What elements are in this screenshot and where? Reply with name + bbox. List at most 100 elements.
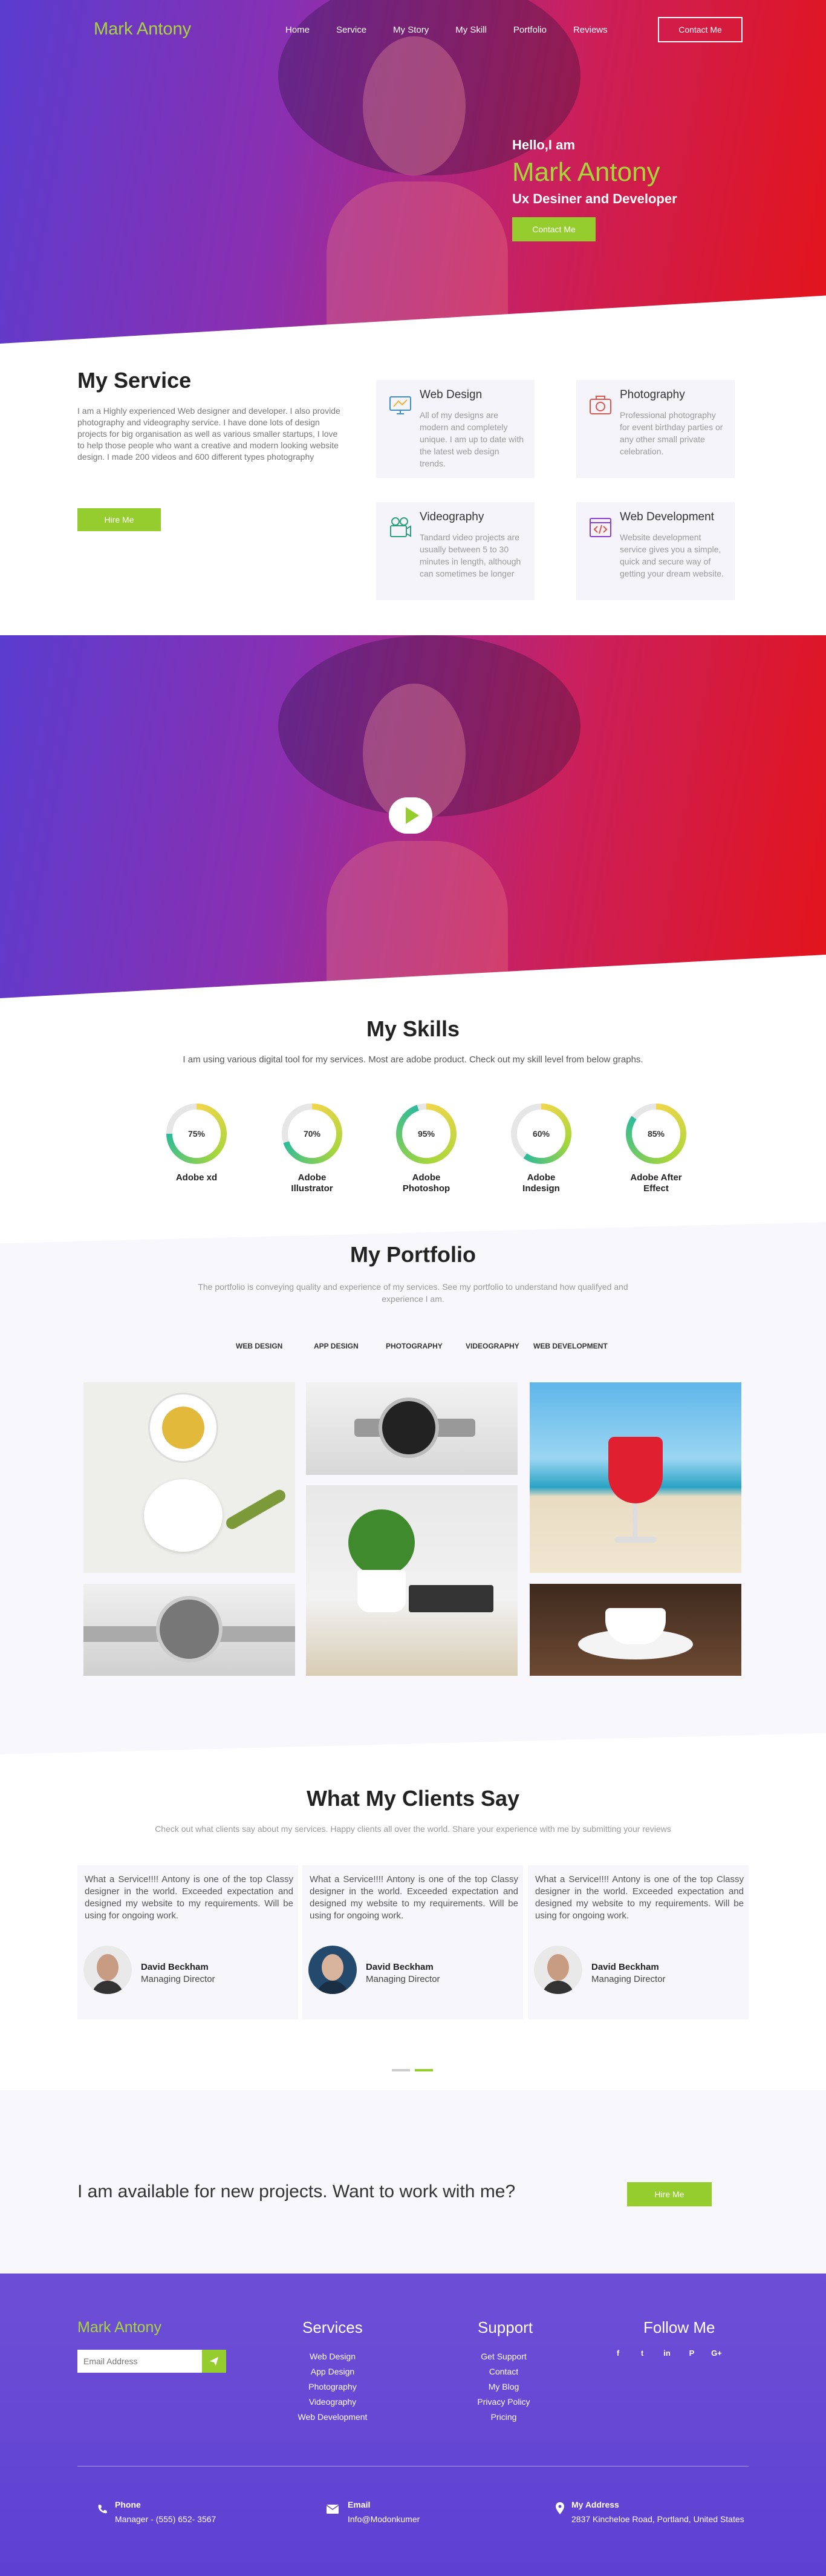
- service-card-web-design[interactable]: Web Design All of my designs are modern …: [376, 380, 535, 478]
- skill-percent: 70%: [288, 1110, 336, 1158]
- pinterest-icon[interactable]: P: [686, 2347, 698, 2359]
- address-label: My Address: [571, 2500, 619, 2509]
- cta-text: I am available for new projects. Want to…: [77, 2182, 516, 2202]
- reviewer-role: Managing Director: [141, 1974, 215, 1984]
- footer-link[interactable]: Web Design: [284, 2349, 381, 2364]
- skill-percent: 60%: [517, 1110, 565, 1158]
- nav-my-skill[interactable]: My Skill: [455, 25, 487, 35]
- monitor-icon: [389, 396, 411, 414]
- portfolio-image-plant[interactable]: [306, 1485, 518, 1676]
- footer-link[interactable]: Get Support: [455, 2349, 552, 2364]
- skill-item: 85% Adobe After Effect: [626, 1103, 686, 1194]
- footer-link[interactable]: Pricing: [455, 2410, 552, 2425]
- footer-link[interactable]: Videography: [284, 2395, 381, 2410]
- send-button[interactable]: [202, 2350, 226, 2373]
- review-card: What a Service!!!! Antony is one of the …: [528, 1865, 749, 2019]
- google-plus-icon[interactable]: G+: [711, 2347, 723, 2359]
- footer-link[interactable]: App Design: [284, 2364, 381, 2379]
- address-value: 2837 Kincheloe Road, Portland, United St…: [571, 2514, 744, 2524]
- carousel-dot[interactable]: [392, 2069, 410, 2071]
- tab-web-development[interactable]: WEB DEVELOPMENT: [533, 1342, 608, 1350]
- portfolio-image-tea[interactable]: [83, 1382, 295, 1573]
- skill-item: 70% Adobe Illustrator: [282, 1103, 342, 1194]
- skill-ring: 95%: [396, 1103, 457, 1164]
- hero-section: [0, 0, 826, 344]
- tab-web-design[interactable]: WEB DESIGN: [236, 1342, 282, 1350]
- service-card-title: Photography: [620, 388, 685, 401]
- skill-name: Adobe Illustrator: [291, 1172, 333, 1194]
- reviewer-role: Managing Director: [591, 1974, 666, 1984]
- main-nav: Home Service My Story My Skill Portfolio…: [285, 25, 634, 35]
- nav-service[interactable]: Service: [336, 25, 366, 35]
- footer-logo[interactable]: Mark Antony: [77, 2319, 161, 2336]
- skill-percent: 75%: [172, 1110, 221, 1158]
- skill-ring: 75%: [166, 1103, 227, 1164]
- skill-item: 95% Adobe Photoshop: [396, 1103, 457, 1194]
- tab-videography[interactable]: VIDEOGRAPHY: [466, 1342, 519, 1350]
- email-value[interactable]: Info@Modonkumer: [348, 2514, 420, 2524]
- service-title: My Service: [77, 368, 192, 393]
- cta-hire-button[interactable]: Hire Me: [627, 2182, 712, 2206]
- nav-home[interactable]: Home: [285, 25, 310, 35]
- hero-contact-button[interactable]: Contact Me: [512, 217, 596, 241]
- hire-me-button[interactable]: Hire Me: [77, 508, 161, 531]
- reviews-title: What My Clients Say: [306, 1786, 520, 1811]
- linkedin-icon[interactable]: in: [661, 2347, 673, 2359]
- service-card-desc: Professional photography for event birth…: [620, 410, 723, 456]
- camera-icon: [590, 396, 611, 414]
- footer-link[interactable]: My Blog: [455, 2379, 552, 2395]
- service-card-videography[interactable]: Videography Tandard video projects are u…: [376, 502, 535, 600]
- newsletter-form: [77, 2350, 226, 2373]
- skills-title: My Skills: [366, 1016, 460, 1041]
- skill-item: 75% Adobe xd: [166, 1103, 227, 1183]
- facebook-icon[interactable]: f: [612, 2347, 624, 2359]
- hero-role: Ux Desiner and Developer: [512, 191, 677, 206]
- carousel-dot-active[interactable]: [415, 2069, 433, 2071]
- footer-services-links: Web Design App Design Photography Videog…: [284, 2349, 381, 2425]
- service-card-web-development[interactable]: Web Development Website development serv…: [576, 502, 735, 600]
- review-text: What a Service!!!! Antony is one of the …: [535, 1874, 744, 1921]
- footer-link[interactable]: Contact: [455, 2364, 552, 2379]
- service-card-desc: Website development service gives you a …: [620, 532, 724, 578]
- hero-photo-body: [327, 181, 508, 344]
- footer-services-title: Services: [302, 2318, 363, 2336]
- review-card: What a Service!!!! Antony is one of the …: [77, 1865, 298, 2019]
- nav-contact-button[interactable]: Contact Me: [658, 17, 743, 42]
- reviewer-name: David Beckham: [366, 1962, 434, 1972]
- hero-greeting: Hello,I am: [512, 137, 575, 152]
- avatar: [83, 1946, 132, 1994]
- video-camera-icon: [390, 517, 411, 537]
- portfolio-image-drink[interactable]: [530, 1382, 741, 1573]
- skill-ring: 85%: [626, 1103, 686, 1164]
- play-button[interactable]: [389, 797, 432, 834]
- footer-link[interactable]: Web Development: [284, 2410, 381, 2425]
- service-card-desc: Tandard video projects are usually betwe…: [420, 532, 521, 578]
- skill-percent: 85%: [632, 1110, 680, 1158]
- phone-value[interactable]: Manager - (555) 652- 3567: [115, 2514, 216, 2524]
- tab-app-design[interactable]: APP DESIGN: [314, 1342, 359, 1350]
- portfolio-intro: The portfolio is conveying quality and e…: [198, 1282, 628, 1304]
- service-card-title: Videography: [420, 511, 484, 523]
- tab-photography[interactable]: PHOTOGRAPHY: [386, 1342, 443, 1350]
- send-icon: [209, 2356, 219, 2366]
- footer-support-links: Get Support Contact My Blog Privacy Poli…: [455, 2349, 552, 2425]
- email-input[interactable]: [77, 2350, 202, 2373]
- twitter-icon[interactable]: t: [636, 2347, 648, 2359]
- footer-follow-title: Follow Me: [643, 2318, 715, 2336]
- nav-reviews[interactable]: Reviews: [573, 25, 608, 35]
- site-logo[interactable]: Mark Antony: [94, 19, 191, 39]
- skill-name: Adobe Indesign: [522, 1172, 560, 1194]
- footer-link[interactable]: Photography: [284, 2379, 381, 2395]
- skills-intro: I am using various digital tool for my s…: [183, 1054, 643, 1065]
- portfolio-image-watch[interactable]: [306, 1382, 518, 1475]
- nav-my-story[interactable]: My Story: [393, 25, 429, 35]
- portfolio-image-coffee[interactable]: [530, 1584, 741, 1676]
- portfolio-image-watch-2[interactable]: [83, 1584, 295, 1676]
- footer-link[interactable]: Privacy Policy: [455, 2395, 552, 2410]
- nav-portfolio[interactable]: Portfolio: [513, 25, 547, 35]
- reviews-intro: Check out what clients say about my serv…: [155, 1824, 671, 1834]
- skill-name: Adobe xd: [175, 1172, 218, 1183]
- avatar: [534, 1946, 582, 1994]
- service-card-desc: All of my designs are modern and complet…: [420, 410, 524, 468]
- service-card-photography[interactable]: Photography Professional photography for…: [576, 380, 735, 478]
